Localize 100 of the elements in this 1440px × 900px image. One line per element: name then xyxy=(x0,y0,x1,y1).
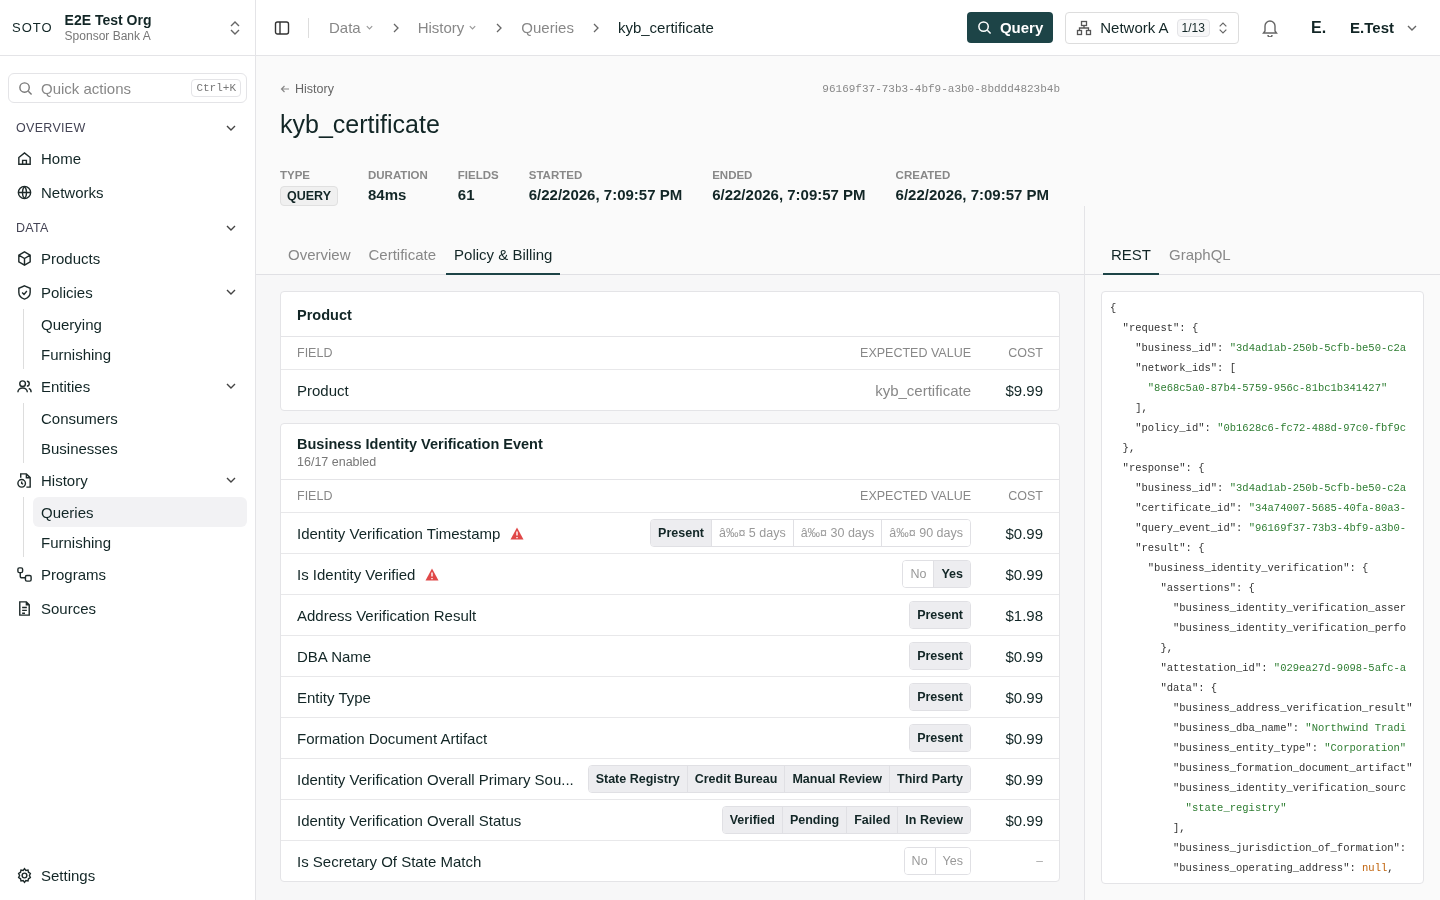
field-name: Is Identity Verified xyxy=(297,565,417,583)
breadcrumb-link[interactable]: History xyxy=(417,19,478,36)
field-name: Identity Verification Overall Primary Sou... xyxy=(297,770,574,788)
search-icon xyxy=(18,81,33,96)
sidebar-item[interactable]: Policies xyxy=(8,275,247,309)
bell-icon[interactable] xyxy=(1260,18,1279,37)
sidebar-subitem[interactable]: Furnishing xyxy=(33,339,247,369)
cost: $0.99 xyxy=(1004,688,1043,706)
option-chip[interactable]: Present xyxy=(910,725,970,751)
chevron-down-icon xyxy=(364,23,374,32)
cost: $0.99 xyxy=(1004,647,1043,665)
network-icon xyxy=(1076,19,1093,36)
home-icon xyxy=(16,149,33,167)
org-name: E2E Test Org xyxy=(64,12,153,28)
sidebar-subitem[interactable]: Furnishing xyxy=(33,527,247,557)
code-line: ], xyxy=(1172,821,1187,836)
globe-icon xyxy=(16,183,33,201)
settings-icon xyxy=(16,866,33,884)
code-line: "business_identity_verification_perfo xyxy=(1172,621,1408,636)
query-button[interactable]: Query xyxy=(966,12,1054,43)
chevron-updown-icon xyxy=(1217,20,1228,35)
option-chip[interactable]: Failed xyxy=(846,807,898,833)
tab[interactable]: GraphQL xyxy=(1161,240,1239,275)
settings-link[interactable]: Settings xyxy=(8,858,247,892)
field-name: Entity Type xyxy=(297,688,371,706)
back-link[interactable]: History xyxy=(280,82,334,96)
shield-icon xyxy=(16,283,33,301)
sidebar-item[interactable]: Home xyxy=(8,141,247,175)
column-header: COST xyxy=(1007,489,1043,503)
option-chip[interactable]: Yes xyxy=(933,561,970,587)
cost: $9.99 xyxy=(1004,381,1043,399)
network-selector[interactable]: Network A 1/13 xyxy=(1065,11,1239,44)
sidebar-subitem[interactable]: Consumers xyxy=(33,403,247,433)
option-chip[interactable]: In Review xyxy=(897,807,970,833)
code-line: "8e68c5a0-87b4-5759-956c-81bc1b341427" xyxy=(1146,381,1389,396)
sidebar-item[interactable]: Entities xyxy=(8,369,247,403)
meta-label: STARTED xyxy=(528,169,584,181)
option-chip[interactable]: State Registry xyxy=(588,766,687,792)
option-chip[interactable]: Verified xyxy=(722,807,782,833)
option-chip[interactable]: Present xyxy=(910,684,970,710)
network-count: 1/13 xyxy=(1176,18,1210,37)
code-line: }, xyxy=(1159,641,1174,656)
option-chip[interactable]: Manual Review xyxy=(784,766,889,792)
user-avatar[interactable]: E. xyxy=(1310,18,1327,37)
sidebar-subitem[interactable]: Businesses xyxy=(33,433,247,463)
option-chip[interactable]: Present xyxy=(910,643,970,669)
sidebar-subitem[interactable]: Queries xyxy=(33,497,247,527)
field-name: DBA Name xyxy=(297,647,372,665)
sidebar-subitem[interactable]: Querying xyxy=(33,309,247,339)
workflow-icon xyxy=(16,565,33,583)
cost: $0.99 xyxy=(1004,729,1043,747)
users-icon xyxy=(16,377,33,395)
code-line: "data": { xyxy=(1159,681,1219,696)
query-id: 96169f37-73b3-4bf9-a3b0-8bddd4823b4b xyxy=(822,83,1060,95)
code-line: "network_ids": [ xyxy=(1134,361,1238,376)
sidebar-item[interactable]: Products xyxy=(8,241,247,275)
sidebar-toggle-icon[interactable] xyxy=(274,19,290,36)
chevron-updown-icon[interactable] xyxy=(229,19,241,36)
code-line: "business_entity_type": "Corporation" xyxy=(1172,741,1408,756)
code-line: "assertions": { xyxy=(1159,581,1256,596)
section-heading: DATA xyxy=(16,221,49,235)
meta-label: FIELDS xyxy=(457,169,499,181)
cost: – xyxy=(1035,854,1043,868)
breadcrumb-link[interactable]: Queries xyxy=(521,19,574,36)
sidebar-item[interactable]: Sources xyxy=(8,591,247,625)
sidebar-item[interactable]: Programs xyxy=(8,557,247,591)
meta-label: CREATED xyxy=(895,169,952,181)
field-name: Product xyxy=(297,381,349,399)
column-header: COST xyxy=(1007,346,1043,360)
code-line: "business_id": "3d4ad1ab-250b-5cfb-be50-c2a xyxy=(1134,481,1408,496)
card-subtitle: 16/17 enabled xyxy=(297,455,378,469)
meta-value: 6/22/2026, 7:09:57 PM xyxy=(712,186,866,203)
code-line: "business_address_verification_result" xyxy=(1172,701,1414,716)
breadcrumb-link[interactable]: Data xyxy=(329,19,374,36)
breadcrumb-link[interactable]: kyb_certificate xyxy=(617,19,714,36)
card-title: Product xyxy=(297,307,353,323)
section-heading: OVERVIEW xyxy=(16,121,86,135)
code-line: "policy_id": "0b1628c6-fc72-488d-97c0-fbf9c xyxy=(1134,421,1408,436)
sidebar-item[interactable]: Networks xyxy=(8,175,247,209)
arrow-left-icon xyxy=(280,84,290,94)
field-name: Address Verification Result xyxy=(297,606,477,624)
field-name: Is Secretary Of State Match xyxy=(297,852,482,870)
document-clock-icon xyxy=(16,471,33,489)
tab[interactable]: REST xyxy=(1103,240,1159,275)
user-name[interactable]: E.Test xyxy=(1350,19,1394,36)
option-chip[interactable]: Credit Bureau xyxy=(686,766,785,792)
tab[interactable]: Overview xyxy=(280,240,359,275)
breadcrumb-separator-icon xyxy=(391,22,400,33)
sidebar-item[interactable]: History xyxy=(8,463,247,497)
code-line: "certificate_id": "34a74007-5685-40fa-80a3- xyxy=(1134,501,1408,516)
tab[interactable]: Certificate xyxy=(360,240,445,275)
option-chip[interactable]: Pending xyxy=(781,807,847,833)
code-line: "business_jurisdiction_of_formation": xyxy=(1172,841,1408,856)
meta-value: 61 xyxy=(457,186,476,203)
logo: SOTO xyxy=(12,20,53,35)
field-name: Formation Document Artifact xyxy=(297,729,488,747)
option-chip[interactable]: Third Party xyxy=(889,766,970,792)
option-chip[interactable]: Present xyxy=(910,602,970,628)
option-chip[interactable]: Present xyxy=(651,520,711,546)
search-icon xyxy=(976,20,992,35)
